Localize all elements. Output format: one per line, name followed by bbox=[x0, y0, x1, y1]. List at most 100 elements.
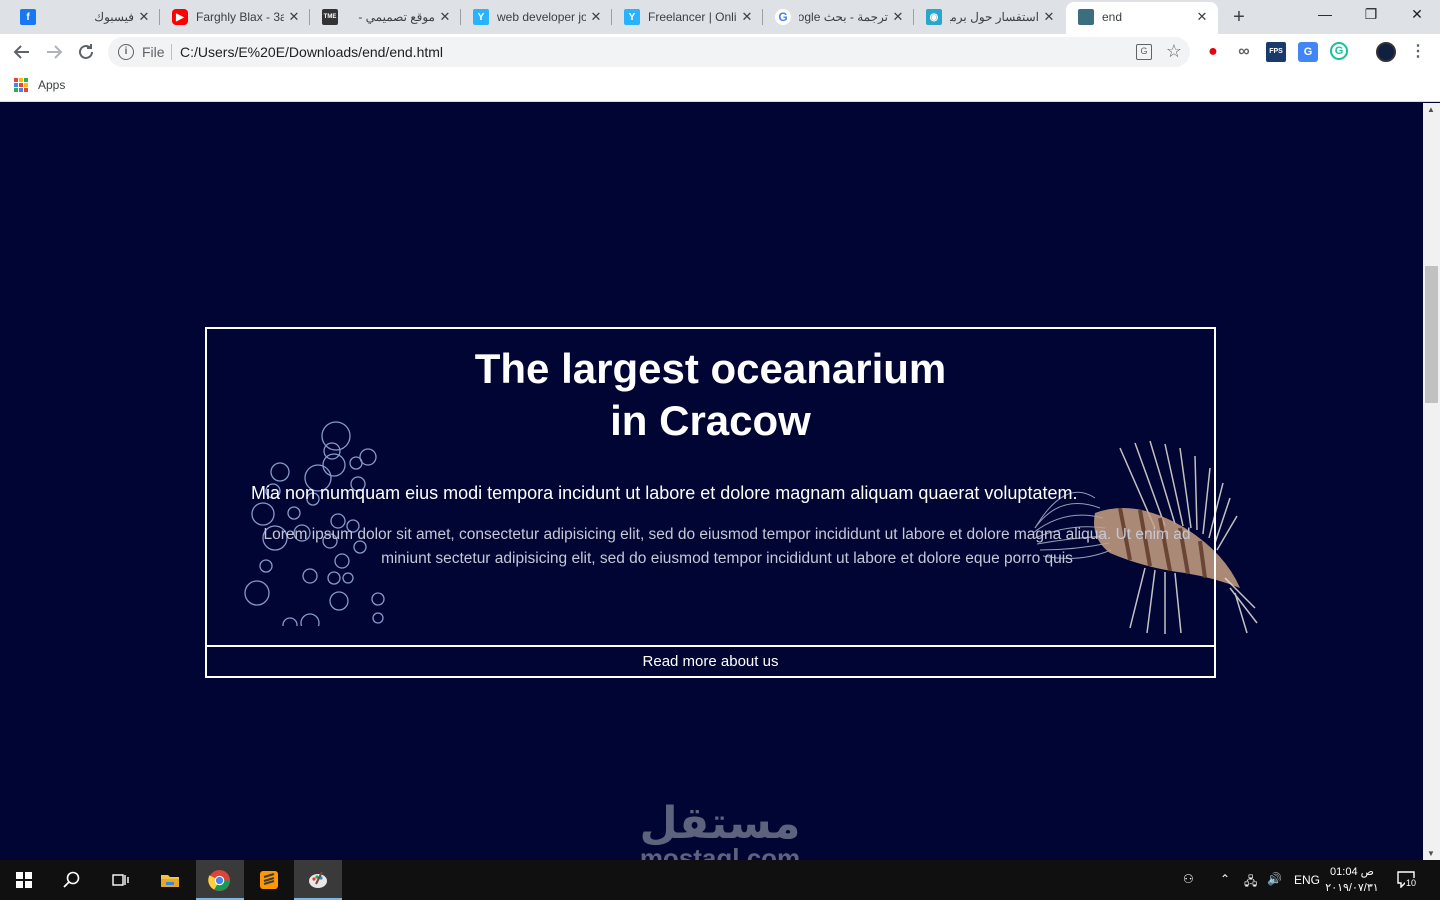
tab-title: ترجمة - بحث Google bbox=[799, 10, 888, 24]
language-indicator[interactable]: ENG bbox=[1294, 873, 1320, 887]
tab-youtube[interactable]: ▶ Farghly Blax - 3a ✕ bbox=[160, 0, 310, 34]
headline-line-1: The largest oceanarium bbox=[474, 345, 947, 392]
page-viewport: The largest oceanarium in Cracow Mia non… bbox=[0, 103, 1423, 860]
watermark-arabic: مستقل bbox=[639, 798, 801, 849]
watermark-latin: mostaql.com bbox=[639, 843, 801, 860]
bookmark-star-icon[interactable]: ☆ bbox=[1166, 41, 1182, 61]
youtube-icon: ▶ bbox=[172, 9, 188, 25]
close-icon[interactable]: ✕ bbox=[588, 9, 604, 25]
arrow-left-icon bbox=[13, 45, 29, 59]
url-text[interactable]: C:/Users/E%20E/Downloads/end/end.html bbox=[180, 44, 443, 60]
close-icon[interactable]: ✕ bbox=[1041, 9, 1057, 25]
notification-badge: 10 bbox=[1405, 878, 1418, 888]
page-title: The largest oceanarium in Cracow bbox=[207, 343, 1214, 447]
search-icon bbox=[63, 871, 80, 888]
close-icon[interactable]: ✕ bbox=[136, 9, 152, 25]
opera-extension-icon[interactable]: ● bbox=[1203, 42, 1223, 62]
start-button[interactable] bbox=[0, 860, 48, 900]
tab-freelancer[interactable]: Y Freelancer | Onli ✕ bbox=[612, 0, 763, 34]
close-icon[interactable]: ✕ bbox=[437, 9, 453, 25]
scroll-up-icon[interactable]: ▲ bbox=[1427, 105, 1435, 114]
windows-taskbar: ⚇ ⌃ 🖧 🔊 ENG 01:04 ص ٢٠١٩/٠٧/٣١ 10 bbox=[0, 860, 1440, 900]
apps-link[interactable]: Apps bbox=[38, 78, 65, 92]
tab-strip: f فيسبوك ✕ ▶ Farghly Blax - 3a ✕ TME موق… bbox=[0, 0, 1440, 34]
volume-icon[interactable]: 🔊 bbox=[1267, 872, 1282, 886]
bookmarks-bar: Apps bbox=[0, 70, 1440, 102]
mostaql-watermark: مستقل mostaql.com bbox=[0, 798, 1423, 861]
scrollbar-thumb[interactable] bbox=[1425, 266, 1438, 403]
headline-line-2: in Cracow bbox=[610, 397, 811, 444]
close-icon[interactable]: ✕ bbox=[1194, 9, 1210, 25]
minimize-button[interactable]: — bbox=[1310, 6, 1340, 26]
network-icon[interactable]: 🖧 bbox=[1244, 872, 1257, 893]
freelancer-icon: Y bbox=[624, 9, 640, 25]
mostaql-icon: ◉ bbox=[926, 9, 942, 25]
maximize-button[interactable]: ❐ bbox=[1356, 6, 1386, 26]
tab-mostaql[interactable]: ◉ استفسار حول برمج ✕ bbox=[914, 0, 1065, 34]
address-bar[interactable]: i File C:/Users/E%20E/Downloads/end/end.… bbox=[108, 37, 1190, 67]
vertical-scrollbar[interactable]: ▲ ▼ bbox=[1423, 103, 1440, 860]
tab-title: فيسبوك bbox=[94, 10, 134, 24]
new-tab-button[interactable]: + bbox=[1228, 7, 1250, 27]
tab-title: web developer jo bbox=[497, 10, 586, 24]
close-icon[interactable]: ✕ bbox=[286, 9, 302, 25]
task-view-button[interactable] bbox=[96, 860, 144, 900]
forward-button[interactable] bbox=[42, 40, 66, 64]
palette-icon bbox=[309, 871, 327, 888]
chrome-taskbar-button[interactable] bbox=[196, 860, 244, 900]
back-button[interactable] bbox=[10, 40, 34, 64]
search-button[interactable] bbox=[48, 860, 96, 900]
windows-logo-icon bbox=[16, 872, 32, 888]
tab-google-translate[interactable]: G ترجمة - بحث Google ✕ bbox=[763, 0, 914, 34]
sublime-text-button[interactable] bbox=[245, 860, 293, 900]
url-scheme: File bbox=[142, 44, 165, 60]
menu-kebab-icon[interactable]: ⋮ bbox=[1408, 42, 1428, 62]
facebook-icon: f bbox=[20, 9, 36, 25]
profile-avatar[interactable] bbox=[1376, 42, 1396, 62]
chevron-up-icon[interactable]: ⌃ bbox=[1220, 872, 1230, 886]
tab-title: Farghly Blax - 3a bbox=[196, 10, 284, 24]
browser-toolbar: i File C:/Users/E%20E/Downloads/end/end.… bbox=[0, 34, 1440, 70]
translate-icon[interactable]: G bbox=[1136, 44, 1152, 60]
scroll-down-icon[interactable]: ▼ bbox=[1427, 849, 1435, 858]
tab-web-developer[interactable]: Y web developer jo ✕ bbox=[461, 0, 612, 34]
tab-tme[interactable]: TME موقع تصميمي - ✕ bbox=[310, 0, 461, 34]
chrome-icon bbox=[208, 869, 231, 892]
read-more-button[interactable]: Read more about us bbox=[207, 649, 1214, 676]
grammarly-extension-icon[interactable]: G bbox=[1330, 42, 1348, 60]
people-icon[interactable]: ⚇ bbox=[1183, 872, 1194, 886]
tab-title: end bbox=[1102, 10, 1123, 24]
info-icon[interactable]: i bbox=[118, 44, 134, 60]
subheading: Mia non numquam eius modi tempora incidu… bbox=[251, 483, 1078, 503]
tab-title: Freelancer | Onli bbox=[648, 10, 737, 24]
close-window-button[interactable]: ✕ bbox=[1402, 6, 1432, 26]
reload-button[interactable] bbox=[74, 40, 98, 64]
fps-extension-icon[interactable]: FPS bbox=[1266, 42, 1286, 62]
system-clock[interactable]: 01:04 ص ٢٠١٩/٠٧/٣١ bbox=[1322, 864, 1382, 896]
tab-end-active[interactable]: end ✕ bbox=[1066, 2, 1218, 34]
arrow-right-icon bbox=[47, 45, 63, 59]
google-icon: G bbox=[775, 9, 791, 25]
url-divider bbox=[171, 44, 172, 60]
oceanarium-card: The largest oceanarium in Cracow Mia non… bbox=[205, 327, 1216, 678]
infinity-extension-icon[interactable]: ∞ bbox=[1234, 42, 1254, 62]
close-icon[interactable]: ✕ bbox=[739, 9, 755, 25]
clock-time: 01:04 ص bbox=[1330, 866, 1374, 878]
folder-icon bbox=[161, 875, 179, 887]
apps-grid-icon[interactable] bbox=[14, 78, 28, 92]
action-center-button[interactable]: 10 bbox=[1396, 870, 1418, 890]
body-paragraph: Lorem ipsum dolor sit amet, consectetur … bbox=[263, 526, 1191, 567]
tab-title: موقع تصميمي - bbox=[358, 10, 435, 24]
close-icon[interactable]: ✕ bbox=[890, 9, 906, 25]
task-view-icon bbox=[112, 874, 129, 886]
tme-icon: TME bbox=[322, 9, 338, 25]
paint-app-button[interactable] bbox=[294, 860, 342, 900]
freelancer-icon: Y bbox=[473, 9, 489, 25]
clock-date: ٢٠١٩/٠٧/٣١ bbox=[1325, 882, 1379, 894]
card-divider bbox=[207, 645, 1214, 647]
reload-icon bbox=[79, 44, 93, 59]
sublime-text-icon bbox=[260, 871, 278, 889]
file-explorer-button[interactable] bbox=[146, 860, 194, 900]
google-translate-extension-icon[interactable]: G bbox=[1298, 42, 1318, 62]
tab-facebook[interactable]: f فيسبوك ✕ bbox=[8, 0, 160, 34]
